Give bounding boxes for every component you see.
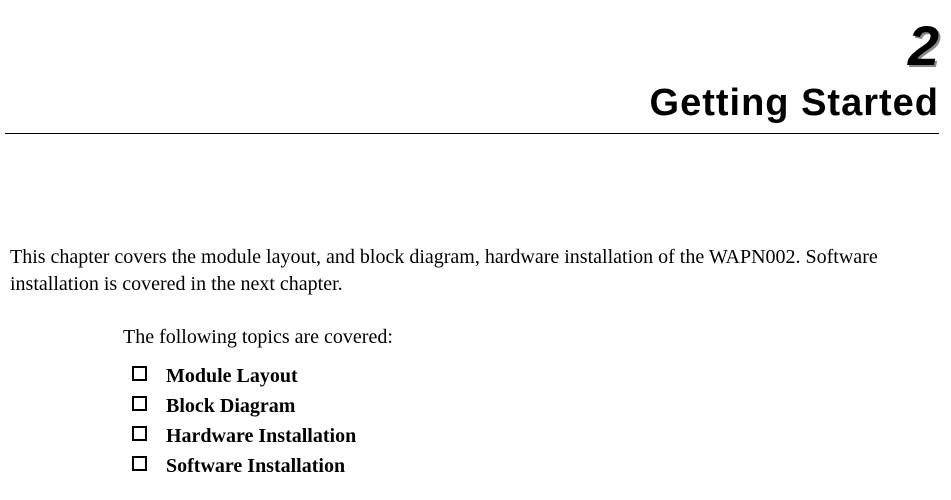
list-item: Module Layout xyxy=(132,361,939,391)
list-item: Software Installation xyxy=(132,451,939,481)
chapter-header: 2 Getting Started xyxy=(5,18,939,134)
topics-intro: The following topics are covered: xyxy=(123,326,939,349)
topics-list: Module Layout Block Diagram Hardware Ins… xyxy=(132,361,939,481)
checkbox-icon xyxy=(132,366,147,381)
list-item-label: Block Diagram xyxy=(166,395,295,417)
list-item-label: Module Layout xyxy=(166,365,298,387)
list-item: Hardware Installation xyxy=(132,421,939,451)
checkbox-icon xyxy=(132,456,147,471)
list-item-label: Software Installation xyxy=(166,455,345,477)
list-item-label: Hardware Installation xyxy=(166,425,356,447)
chapter-number: 2 xyxy=(5,18,939,74)
list-item: Block Diagram xyxy=(132,391,939,421)
checkbox-icon xyxy=(132,396,147,411)
intro-paragraph: This chapter covers the module layout, a… xyxy=(5,244,939,298)
checkbox-icon xyxy=(132,426,147,441)
chapter-title: Getting Started xyxy=(5,82,939,125)
page-container: 2 Getting Started This chapter covers th… xyxy=(0,0,951,481)
